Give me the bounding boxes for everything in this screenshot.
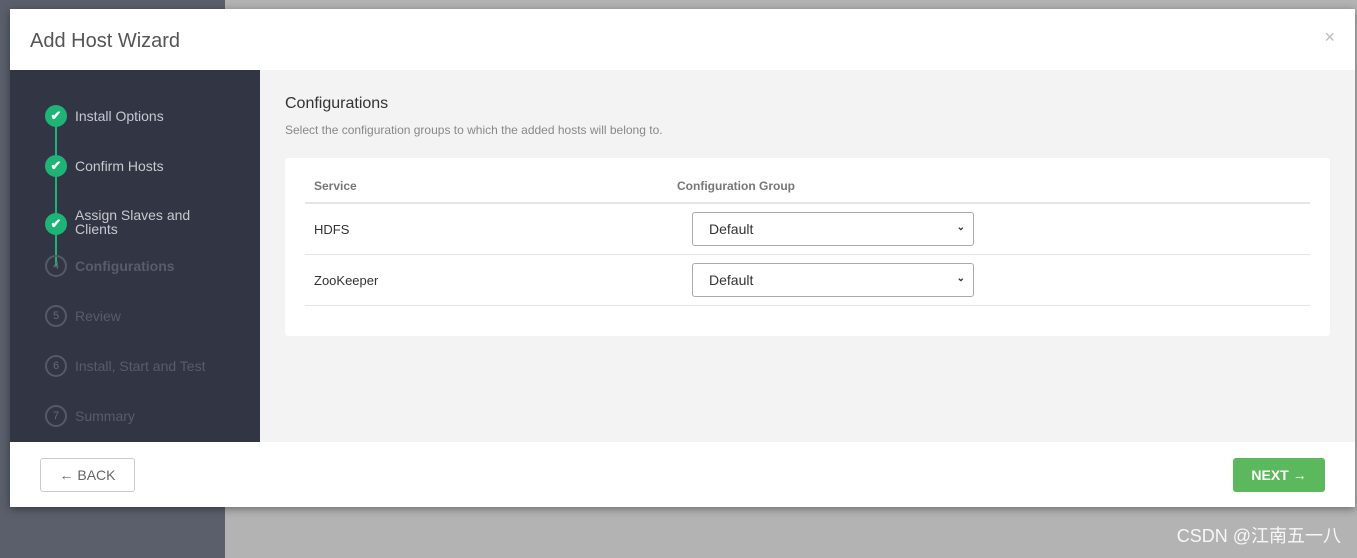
modal-title: Add Host Wizard <box>30 30 181 52</box>
step-label: Review <box>75 308 121 324</box>
step-review: 5 Review <box>45 305 215 327</box>
close-icon[interactable]: × <box>1324 27 1335 48</box>
step-label: Confirm Hosts <box>75 158 164 174</box>
step-label: Configurations <box>75 258 175 274</box>
back-button[interactable]: ← BACK <box>40 458 135 492</box>
chevron-down-icon: ⌄ <box>956 273 965 284</box>
page-title: Configurations <box>285 95 389 112</box>
progress-line <box>55 116 57 266</box>
check-icon: ✔ <box>45 213 67 235</box>
config-group-select-zookeeper[interactable]: Default ⌄ <box>692 263 974 297</box>
step-install-start-test: 6 Install, Start and Test <box>45 355 245 377</box>
config-group-select-hdfs[interactable]: Default ⌄ <box>692 212 974 246</box>
service-name: ZooKeeper <box>314 273 379 288</box>
divider <box>305 305 1310 306</box>
watermark: CSDN @江南五一八 <box>1176 526 1341 546</box>
chevron-down-icon: ⌄ <box>956 222 965 233</box>
select-value: Default <box>709 221 754 237</box>
column-header-service: Service <box>314 179 357 193</box>
step-number: 4 <box>45 255 67 277</box>
step-configurations: 4 Configurations <box>45 255 215 277</box>
service-name: HDFS <box>314 222 350 237</box>
wizard-steps: ✔ Install Options ✔ Confirm Hosts ✔ Assign … <box>10 70 260 442</box>
step-label: Summary <box>75 408 135 424</box>
step-number: 6 <box>45 355 67 377</box>
add-host-wizard-modal: Add Host Wizard × ✔ Install Options ✔ Conf… <box>10 9 1355 507</box>
check-icon: ✔ <box>45 105 67 127</box>
step-number: 5 <box>45 305 67 327</box>
next-button[interactable]: NEXT → <box>1233 458 1325 492</box>
check-icon: ✔ <box>45 155 67 177</box>
modal-body: ✔ Install Options ✔ Confirm Hosts ✔ Assign … <box>10 70 1355 442</box>
config-table: Service Configuration Group HDFS Default… <box>285 158 1330 336</box>
select-value: Default <box>709 272 754 288</box>
step-confirm-hosts: ✔ Confirm Hosts <box>45 155 215 177</box>
modal-header: Add Host Wizard × <box>10 9 1355 70</box>
divider <box>305 202 1310 204</box>
step-label: Install, Start and Test <box>75 358 206 374</box>
step-summary: 7 Summary <box>45 405 215 427</box>
step-install-options: ✔ Install Options <box>45 105 215 127</box>
step-label: Assign Slaves and Clients <box>75 207 191 237</box>
column-header-config-group: Configuration Group <box>677 179 795 193</box>
page-subtitle: Select the configuration groups to which… <box>285 123 663 137</box>
step-assign-slaves: ✔ Assign Slaves and Clients <box>45 208 215 236</box>
divider <box>305 254 1310 255</box>
step-number: 7 <box>45 405 67 427</box>
step-label: Install Options <box>75 108 164 124</box>
